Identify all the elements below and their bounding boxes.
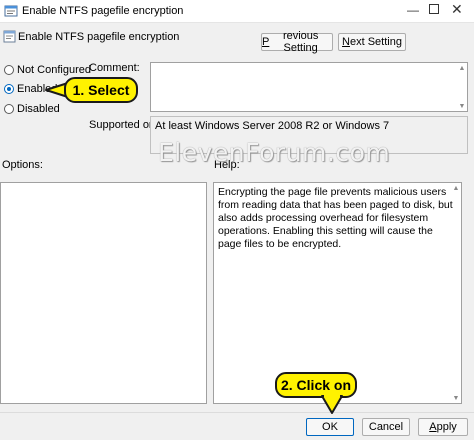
callout-click-text: 2. Click on (280, 377, 352, 393)
window-title: Enable NTFS pagefile encryption (22, 5, 184, 17)
apply-accesskey: A (429, 421, 437, 433)
enabled-radio-icon[interactable] (4, 84, 14, 94)
not-configured-label: Not Configured (17, 64, 91, 76)
footer-separator (0, 412, 474, 413)
previous-setting-button[interactable]: Previous Setting (261, 30, 333, 54)
next-setting-label: ext Setting (349, 36, 402, 48)
scroll-up-icon[interactable]: ▲ (458, 64, 466, 72)
options-pane (0, 182, 207, 404)
supported-on-value: At least Windows Server 2008 R2 or Windo… (155, 120, 390, 132)
help-scroll-down-icon[interactable]: ▼ (452, 394, 460, 402)
options-label: Options: (2, 159, 43, 171)
setting-title: Enable NTFS pagefile encryption (18, 31, 180, 43)
not-configured-radio-icon[interactable] (4, 65, 14, 75)
ok-label: OK (322, 421, 338, 433)
help-text: Encrypting the page file prevents malici… (218, 186, 453, 250)
supported-on-box: At least Windows Server 2008 R2 or Windo… (150, 116, 468, 154)
next-accesskey: N (342, 36, 350, 48)
cancel-button[interactable]: Cancel (362, 418, 410, 436)
setting-icon (3, 30, 16, 46)
apply-button[interactable]: Apply (418, 418, 468, 436)
ok-button[interactable]: OK (306, 418, 354, 436)
apply-label: pply (436, 421, 457, 433)
policy-app-icon (4, 4, 18, 21)
scroll-down-icon[interactable]: ▼ (458, 102, 466, 110)
next-setting-button[interactable]: Next Setting (338, 33, 406, 51)
radio-not-configured[interactable]: Not Configured (4, 64, 91, 76)
help-pane: Encrypting the page file prevents malici… (213, 182, 462, 404)
comment-textarea[interactable]: ▲ ▼ (150, 62, 468, 112)
radio-disabled[interactable]: Disabled (4, 103, 60, 115)
callout-select-text: 1. Select (72, 82, 130, 98)
cancel-label: Cancel (368, 421, 404, 433)
help-label: Help: (214, 159, 240, 171)
supported-on-label: Supported on: (89, 119, 159, 131)
title-bar: Enable NTFS pagefile encryption — ✕ (0, 0, 474, 23)
maximize-icon[interactable] (429, 4, 439, 14)
disabled-radio-icon[interactable] (4, 104, 14, 114)
comment-label: Comment: (89, 62, 140, 74)
callout-click-arrow-icon (321, 395, 343, 414)
previous-setting-label: revious Setting (282, 30, 319, 54)
close-icon[interactable]: ✕ (451, 1, 463, 18)
callout-select: 1. Select (64, 77, 138, 103)
callout-click: 2. Click on (275, 372, 357, 398)
disabled-label: Disabled (17, 103, 60, 115)
previous-accesskey: P (262, 36, 270, 48)
minimize-icon[interactable]: — (407, 3, 419, 17)
help-scroll-up-icon[interactable]: ▲ (452, 184, 460, 192)
